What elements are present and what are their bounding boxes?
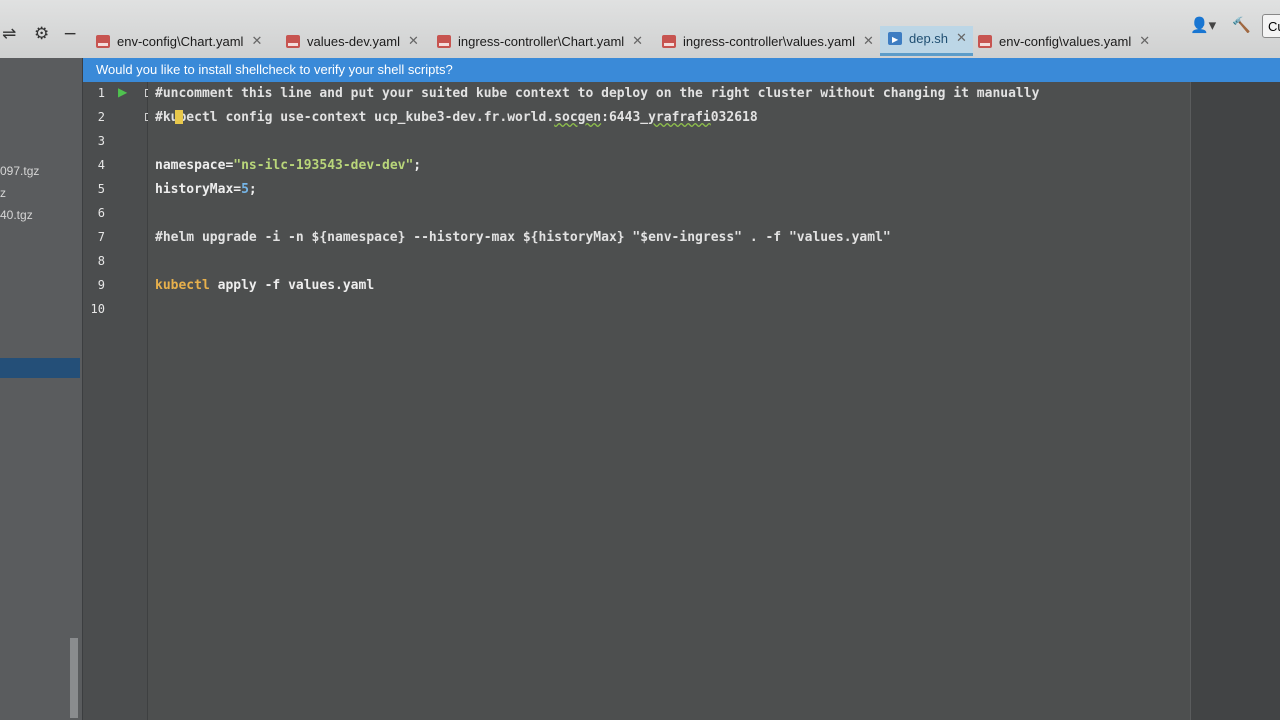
number-literal: 5 <box>241 182 249 197</box>
code-line-5[interactable]: historyMax=5; <box>155 180 257 200</box>
line-number: 5 <box>97 182 105 196</box>
line-number: 6 <box>97 206 105 220</box>
line-number: 2 <box>97 110 105 124</box>
close-icon[interactable]: ✕ <box>251 33 262 49</box>
close-icon[interactable]: ✕ <box>408 33 419 49</box>
editor-tab-bar: ⇌ ⚙ − env-config\Chart.yaml ✕ values-dev… <box>0 0 1280 61</box>
gear-icon[interactable]: ⚙ <box>34 24 49 44</box>
semicolon: ; <box>413 158 422 173</box>
comment-hash: # <box>155 110 163 125</box>
minimize-icon[interactable]: − <box>63 24 77 44</box>
tab-values-dev[interactable]: values-dev.yaml ✕ <box>286 26 419 56</box>
tab-ingress-controller-values[interactable]: ingress-controller\values.yaml ✕ <box>662 26 874 56</box>
yaml-file-icon <box>96 34 110 48</box>
project-file-item[interactable]: 097.tgz <box>0 164 39 178</box>
line-number: 10 <box>90 302 105 316</box>
line-number: 8 <box>97 254 105 268</box>
tab-env-config-values[interactable]: env-config\values.yaml ✕ <box>978 26 1150 56</box>
code-editor[interactable]: #uncomment this line and put your suited… <box>148 82 1190 720</box>
run-config-button[interactable]: Cu <box>1262 14 1280 38</box>
line-number: 4 <box>97 158 105 172</box>
string-literal: "ns-ilc-193543-dev-dev" <box>233 158 414 173</box>
project-file-item[interactable]: z <box>0 186 6 200</box>
line-number: 9 <box>97 278 105 292</box>
line-number: 1 <box>97 86 105 100</box>
text-caret <box>175 110 183 124</box>
tab-label: ingress-controller\values.yaml <box>683 33 855 49</box>
tab-label: env-config\values.yaml <box>999 33 1132 49</box>
code-line-4[interactable]: namespace="ns-ilc-193543-dev-dev"; <box>155 156 421 176</box>
code-line-9[interactable]: kubectl apply -f values.yaml <box>155 276 374 296</box>
project-file-item[interactable]: 40.tgz <box>0 208 33 222</box>
code-line-7[interactable]: #helm upgrade -i -n ${namespace} --histo… <box>155 228 891 248</box>
tab-label: dep.sh <box>909 30 949 46</box>
yaml-file-icon <box>978 34 992 48</box>
yaml-file-icon <box>662 34 676 48</box>
user-icon[interactable]: 👤▾ <box>1190 16 1216 34</box>
shellcheck-banner[interactable]: Would you like to install shellcheck to … <box>82 58 1280 82</box>
tab-label: values-dev.yaml <box>307 33 400 49</box>
code-segment: :6443_ <box>601 110 649 125</box>
var-assign: namespace= <box>155 158 234 173</box>
sliders-icon[interactable]: ⇌ <box>2 24 16 44</box>
line-number: 7 <box>97 230 105 244</box>
code-line-2[interactable]: # kubectl config use-context ucp_kube3-de… <box>155 108 758 128</box>
project-panel: 097.tgz z 40.tgz <box>0 58 83 720</box>
semicolon: ; <box>248 182 257 197</box>
shell-file-icon <box>888 31 902 45</box>
tab-env-config-chart[interactable]: env-config\Chart.yaml ✕ <box>96 26 262 56</box>
code-segment: 032618 <box>710 110 758 125</box>
close-icon[interactable]: ✕ <box>1139 33 1150 49</box>
close-icon[interactable]: ✕ <box>632 33 643 49</box>
code-segment-spellcheck: yrafrafi <box>648 110 711 125</box>
selected-row-highlight[interactable] <box>0 358 80 378</box>
line-number-gutter: 1 ▶ 2 3 4 5 6 7 8 9 10 <box>83 82 153 720</box>
command-args: apply -f values.yaml <box>209 278 375 293</box>
yaml-file-icon <box>286 34 300 48</box>
command-keyword: kubectl <box>155 278 210 293</box>
tab-label: ingress-controller\Chart.yaml <box>458 33 625 49</box>
close-icon[interactable]: ✕ <box>956 30 967 46</box>
tab-label: env-config\Chart.yaml <box>117 33 244 49</box>
scrollbar-thumb[interactable] <box>70 638 78 718</box>
build-hammer-icon[interactable]: 🔨 <box>1232 16 1251 34</box>
tab-dep-sh[interactable]: dep.sh ✕ <box>880 26 973 56</box>
close-icon[interactable]: ✕ <box>863 33 874 49</box>
line-number: 3 <box>97 134 105 148</box>
code-segment: kubectl config use-context ucp_kube3-dev… <box>162 110 555 125</box>
code-line-1[interactable]: #uncomment this line and put your suited… <box>155 84 1039 104</box>
run-icon[interactable]: ▶ <box>118 85 127 99</box>
var-assign: historyMax= <box>155 182 242 197</box>
editor-right-margin <box>1190 82 1280 720</box>
tab-ingress-controller-chart[interactable]: ingress-controller\Chart.yaml ✕ <box>437 26 643 56</box>
yaml-file-icon <box>437 34 451 48</box>
code-segment-spellcheck: socgen <box>554 110 602 125</box>
